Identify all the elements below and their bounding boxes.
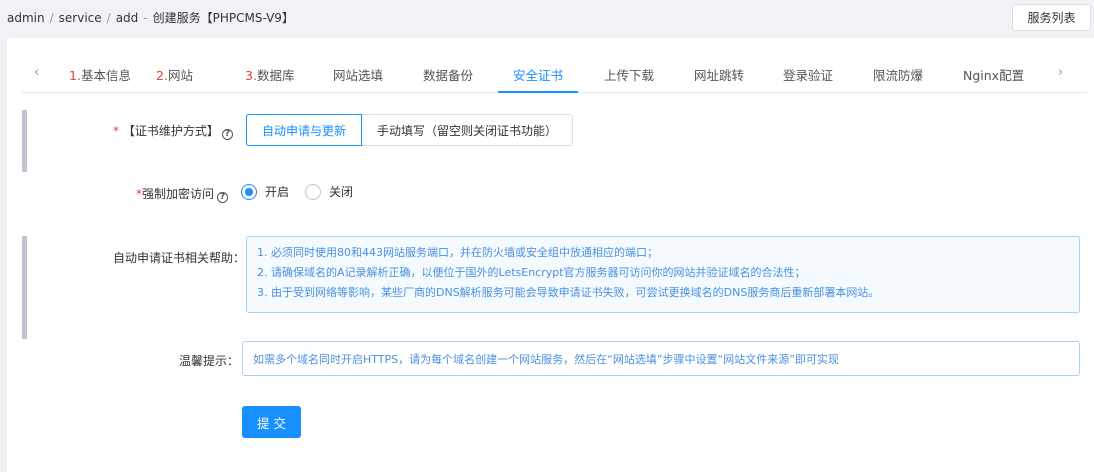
radio-checked-icon[interactable] xyxy=(241,183,257,200)
question-circle-icon[interactable]: ? xyxy=(217,192,229,203)
breadcrumb-admin[interactable]: admin xyxy=(7,11,45,25)
main-card: ‹ 1.基本信息 2.网站 3.数据库 网站选填 数据备份 安全证书 上传下载 … xyxy=(7,38,1094,472)
submit-button[interactable]: 提 交 xyxy=(242,406,301,438)
chevron-right-icon[interactable]: › xyxy=(1058,65,1063,80)
tab-nginx-config[interactable]: Nginx配置 xyxy=(963,65,1024,84)
force-https-radio-group: 开启 关闭 xyxy=(241,183,369,200)
tab-label: 数据库 xyxy=(256,68,295,83)
help-label: 自动申请证书相关帮助： xyxy=(113,251,246,265)
cert-method-selector: 自动申请与更新 手动填写（留空则关闭证书功能） xyxy=(246,114,574,146)
tip-label: 温馨提示： xyxy=(179,354,240,368)
title-separator: - xyxy=(143,11,148,25)
chevron-left-icon[interactable]: ‹ xyxy=(34,65,39,80)
breadcrumb: admin / service / add - 创建服务【PHPCMS-V9】 xyxy=(7,9,294,26)
radio-disable-label: 关闭 xyxy=(329,185,354,199)
cert-method-label-text: 【证书维护方式】 xyxy=(122,124,219,138)
radio-enable[interactable]: 开启 xyxy=(241,183,289,200)
tab-label: 网站 xyxy=(167,68,193,83)
radio-disable[interactable]: 关闭 xyxy=(305,183,353,200)
tab-label: 基本信息 xyxy=(80,68,131,83)
breadcrumb-service[interactable]: service xyxy=(59,11,102,25)
help-line: 3. 由于受到网络等影响，某些厂商的DNS解析服务可能会导致申请证书失败，可尝试… xyxy=(257,286,880,299)
required-mark: * xyxy=(113,124,119,138)
tab-bar: ‹ 1.基本信息 2.网站 3.数据库 网站选填 数据备份 安全证书 上传下载 … xyxy=(22,55,1087,93)
force-https-label-text: 强制加密访问 xyxy=(142,187,215,201)
active-tab-indicator xyxy=(498,91,578,93)
tab-upload-download[interactable]: 上传下载 xyxy=(604,65,654,84)
help-line: 2. 请确保域名的A记录解析正确，以便位于国外的LetsEncrypt官方服务器… xyxy=(257,266,806,279)
breadcrumb-separator: / xyxy=(106,11,111,25)
help-line: 1. 必须同时使用80和443网站服务端口，并在防火墙或安全组中放通相应的端口； xyxy=(257,246,658,259)
tab-ssl-cert[interactable]: 安全证书 xyxy=(513,65,563,84)
question-circle-icon[interactable]: ? xyxy=(221,129,233,140)
tab-number: 1. xyxy=(69,68,81,83)
tab-number: 3. xyxy=(245,68,257,83)
radio-unchecked-icon[interactable] xyxy=(305,183,322,200)
breadcrumb-add: add xyxy=(115,11,139,25)
tab-website[interactable]: 2.网站 xyxy=(156,65,193,84)
tab-basic-info[interactable]: 1.基本信息 xyxy=(69,65,131,84)
tab-rate-limit[interactable]: 限流防爆 xyxy=(873,65,923,84)
tab-database[interactable]: 3.数据库 xyxy=(245,65,294,84)
service-list-button[interactable]: 服务列表 xyxy=(1012,4,1091,31)
top-bar: admin / service / add - 创建服务【PHPCMS-V9】 服务列表 xyxy=(0,0,1094,38)
cert-auto-button[interactable]: 自动申请与更新 xyxy=(246,114,363,146)
section-bar xyxy=(22,110,27,172)
tab-data-backup[interactable]: 数据备份 xyxy=(423,65,473,84)
breadcrumb-separator: / xyxy=(49,11,54,25)
radio-enable-label: 开启 xyxy=(265,185,290,199)
tab-login-auth[interactable]: 登录验证 xyxy=(783,65,833,84)
cert-method-label: * 【证书维护方式】? xyxy=(113,122,233,140)
cert-manual-button[interactable]: 手动填写（留空则关闭证书功能） xyxy=(362,114,574,146)
help-box: 1. 必须同时使用80和443网站服务端口，并在防火墙或安全组中放通相应的端口；… xyxy=(246,236,1080,313)
tip-text: 如需多个域名同时开启HTTPS，请为每个域名创建一个网站服务，然后在“网站选填”… xyxy=(253,352,839,366)
force-https-label: *强制加密访问? xyxy=(136,185,229,203)
section-bar xyxy=(22,236,27,339)
page-title: 创建服务【PHPCMS-V9】 xyxy=(152,11,294,25)
tab-number: 2. xyxy=(156,68,168,83)
tab-website-optional[interactable]: 网站选填 xyxy=(333,65,383,84)
tip-box: 如需多个域名同时开启HTTPS，请为每个域名创建一个网站服务，然后在“网站选填”… xyxy=(242,341,1080,376)
tab-url-redirect[interactable]: 网址跳转 xyxy=(694,65,744,84)
